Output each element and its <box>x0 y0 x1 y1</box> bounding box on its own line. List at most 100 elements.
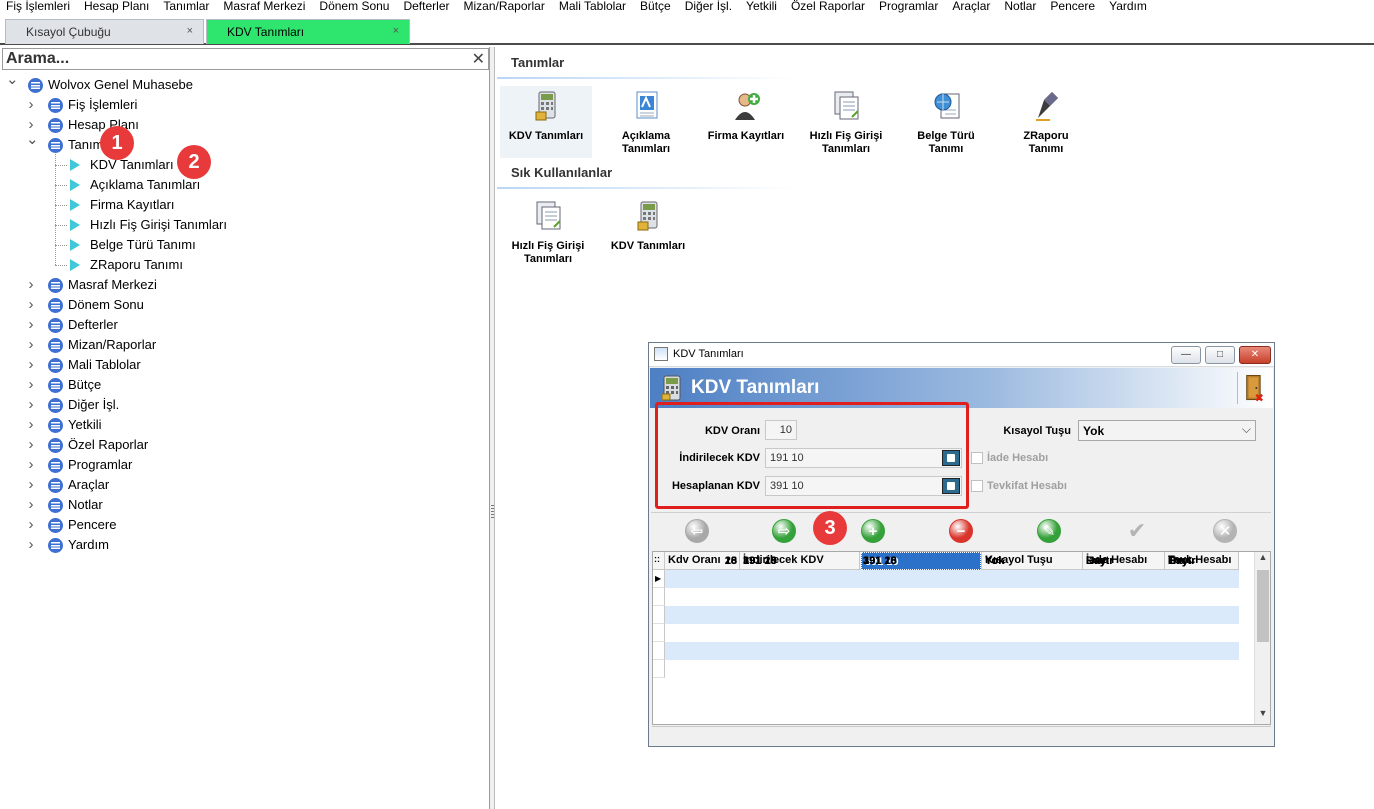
chevron-right-icon[interactable]: › <box>26 436 36 454</box>
menu-item[interactable]: Mali Tablolar <box>552 0 633 14</box>
chevron-right-icon[interactable]: › <box>26 396 36 414</box>
tile-h-zl-fi-giri-i[interactable]: Hızlı Fiş Girişi Tanımları <box>502 196 594 268</box>
search-header[interactable]: Arama... ✕ <box>2 48 489 70</box>
maximize-button[interactable]: □ <box>1205 346 1235 364</box>
chevron-right-icon[interactable]: › <box>26 356 36 374</box>
table-row[interactable] <box>665 624 1239 642</box>
kisayol-tusu-label: Kısayol Tuşu <box>1003 425 1071 437</box>
tile-label: Firma Kayıtları <box>700 130 792 143</box>
table-row[interactable] <box>665 588 1239 606</box>
menu-item[interactable]: Hesap Planı <box>77 0 156 14</box>
close-button[interactable]: ✕ <box>1239 346 1271 364</box>
tab-kdv-tanimlari[interactable]: KDV Tanımları × <box>206 19 410 44</box>
scroll-thumb[interactable] <box>1257 570 1269 642</box>
menu-list-icon <box>48 398 63 413</box>
chevron-right-icon[interactable]: › <box>26 376 36 394</box>
row-selector[interactable] <box>653 660 665 678</box>
chevron-down-icon[interactable]: ⌄ <box>6 71 19 89</box>
chevron-right-icon[interactable]: › <box>26 276 36 294</box>
menu-item[interactable]: Masraf Merkezi <box>216 0 312 14</box>
row-selector[interactable]: ▶ <box>653 570 665 588</box>
menu-item[interactable]: Fiş İşlemleri <box>0 0 77 14</box>
row-selector[interactable] <box>653 624 665 642</box>
chevron-right-icon[interactable]: › <box>26 456 36 474</box>
close-icon[interactable]: ✕ <box>472 49 485 69</box>
table-cell[interactable]: Evet <box>1083 552 1165 570</box>
menu-item[interactable]: Diğer İşl. <box>678 0 739 14</box>
table-cell[interactable]: 391 18 <box>740 552 860 570</box>
menu-item[interactable]: Notlar <box>997 0 1043 14</box>
menu-item[interactable]: Mizan/Raporlar <box>456 0 551 14</box>
chevron-right-icon[interactable]: › <box>26 336 36 354</box>
delete-button[interactable]: − <box>949 519 973 543</box>
chevron-right-icon[interactable]: › <box>26 96 36 114</box>
scroll-up-icon[interactable]: ▲ <box>1255 552 1271 562</box>
tree-item-label: Diğer İşl. <box>68 397 120 412</box>
save-button[interactable]: ✔ <box>1125 519 1149 543</box>
tree-item-label: Programlar <box>68 457 133 472</box>
tile-label-line1: Hızlı Fiş Girişi <box>511 240 585 252</box>
row-selector[interactable] <box>653 606 665 624</box>
exit-door-icon[interactable] <box>1237 372 1265 404</box>
cancel-button[interactable]: ✕ <box>1213 519 1237 543</box>
scroll-down-icon[interactable]: ▼ <box>1255 708 1271 718</box>
tile-kdv-tan-mlar-[interactable]: KDV Tanımları <box>500 86 592 158</box>
menu-item[interactable]: Yetkili <box>739 0 784 14</box>
table-cell[interactable]: Yok <box>982 552 1083 570</box>
kisayol-tusu-select[interactable]: Yok ⌵ <box>1078 420 1256 441</box>
row-selector[interactable] <box>653 588 665 606</box>
minimize-button[interactable]: — <box>1171 346 1201 364</box>
chevron-right-icon[interactable]: › <box>26 536 36 554</box>
tab-close-icon[interactable]: × <box>393 25 399 37</box>
tile-a-klama[interactable]: Açıklama Tanımları <box>600 86 692 158</box>
chevron-right-icon[interactable]: › <box>26 316 36 334</box>
menu-item[interactable]: Bütçe <box>633 0 678 14</box>
forms-icon <box>832 90 862 122</box>
tile-kdv-tan-mlar-[interactable]: KDV Tanımları <box>602 196 694 268</box>
row-selector[interactable] <box>653 642 665 660</box>
vertical-scrollbar[interactable]: ▲ ▼ <box>1254 552 1270 724</box>
menu-item[interactable]: Programlar <box>872 0 945 14</box>
document-globe-icon <box>932 90 962 122</box>
chevron-down-icon[interactable]: ⌵ <box>1242 422 1251 437</box>
splitter-grip-icon[interactable] <box>491 505 494 519</box>
next-button[interactable]: ⇨ <box>772 519 796 543</box>
add-button[interactable]: + <box>861 519 885 543</box>
menu-item[interactable]: Defterler <box>396 0 456 14</box>
edit-button[interactable]: ✎ <box>1037 519 1061 543</box>
panel-splitter[interactable] <box>490 47 495 809</box>
chevron-right-icon[interactable]: › <box>26 416 36 434</box>
tab-close-icon[interactable]: × <box>187 25 193 37</box>
iade-hesabi-checkbox[interactable] <box>971 452 983 464</box>
tile-h-zl-fi-giri-i[interactable]: Hızlı Fiş Girişi Tanımları <box>800 86 892 158</box>
search-label[interactable]: Arama... <box>6 50 69 68</box>
table-row[interactable] <box>665 570 1239 588</box>
menu-item[interactable]: Tanımlar <box>156 0 216 14</box>
menu-item[interactable]: Özel Raporlar <box>784 0 872 14</box>
chevron-right-icon[interactable]: › <box>26 496 36 514</box>
menu-item[interactable]: Araçlar <box>945 0 997 14</box>
chevron-right-icon[interactable]: › <box>26 516 36 534</box>
chevron-right-icon[interactable]: › <box>26 476 36 494</box>
menu-item[interactable]: Yardım <box>1102 0 1154 14</box>
tile-zraporu[interactable]: ZRaporu Tanımı <box>1000 86 1092 158</box>
dialog-titlebar[interactable]: KDV Tanımları — □ ✕ <box>649 343 1274 367</box>
tile-firma-kay-tlar-[interactable]: Firma Kayıtları <box>700 86 792 158</box>
table-cell[interactable]: 191 18 <box>860 552 982 570</box>
kdv-grid[interactable]: ▲ ▼ ::Kdv Oranıİndirilecek KDVHesaplanan… <box>652 551 1271 725</box>
table-row[interactable] <box>665 642 1239 660</box>
table-row[interactable] <box>665 606 1239 624</box>
chevron-down-icon[interactable]: ⌄ <box>26 131 39 149</box>
menu-list-icon <box>48 518 63 533</box>
prev-button[interactable]: ⇦ <box>685 519 709 543</box>
table-row[interactable] <box>665 660 1239 678</box>
table-cell[interactable]: 18 <box>665 552 740 570</box>
chevron-right-icon[interactable]: › <box>26 296 36 314</box>
tree-item-label: Bütçe <box>68 377 102 392</box>
menu-item[interactable]: Pencere <box>1043 0 1102 14</box>
tevkifat-hesabi-checkbox[interactable] <box>971 480 983 492</box>
tile-belge-t-r-[interactable]: Belge Türü Tanımı <box>900 86 992 158</box>
table-cell[interactable]: Hayır <box>1165 552 1239 570</box>
menu-item[interactable]: Dönem Sonu <box>312 0 396 14</box>
tab-kisayol-cubugu[interactable]: Kısayol Çubuğu × <box>5 19 204 44</box>
